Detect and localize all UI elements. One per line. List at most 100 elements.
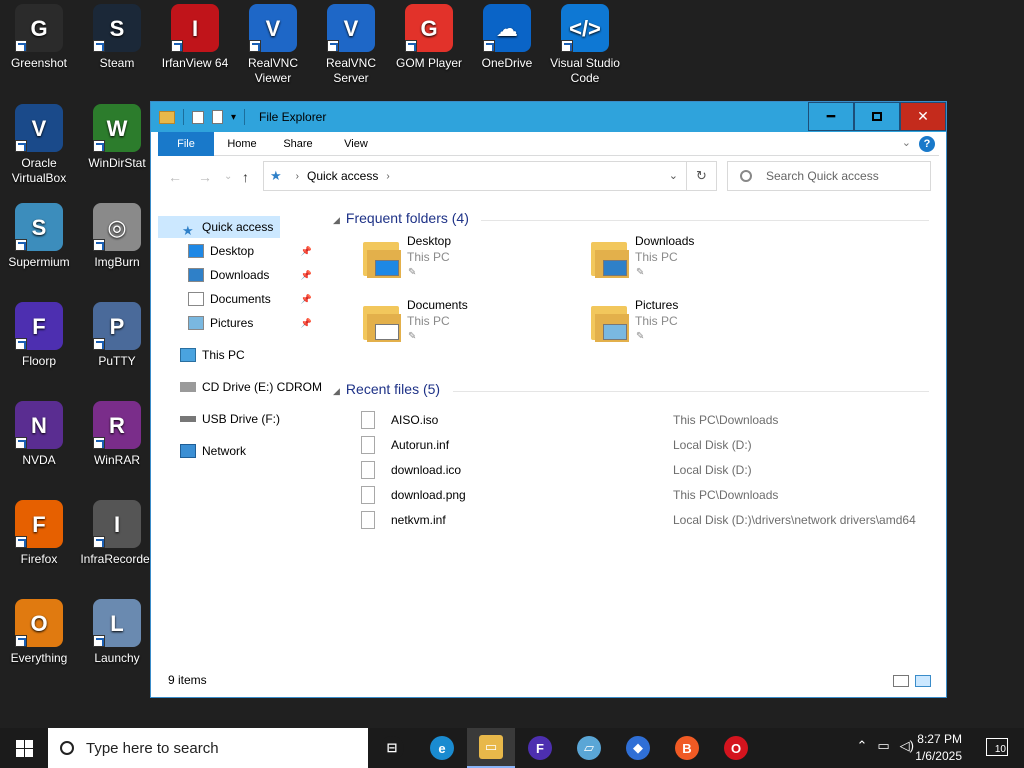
desktop-icon-visual-studio-code[interactable]: </> Visual Studio Code bbox=[546, 4, 624, 86]
file-path: This PC\Downloads bbox=[673, 488, 779, 502]
taskbar-app-notepad[interactable]: ▱ bbox=[565, 728, 613, 768]
nav-item-network[interactable]: Network bbox=[180, 440, 320, 462]
desktop-icon-onedrive[interactable]: ☁ OneDrive bbox=[468, 4, 546, 71]
customize-toolbar-icon[interactable]: ▾ bbox=[231, 112, 236, 123]
documents-folder-icon bbox=[188, 292, 204, 306]
nav-item-pictures[interactable]: Pictures 📌 bbox=[188, 312, 312, 334]
recent-files-header[interactable]: ◢ Recent files (5) bbox=[333, 381, 440, 397]
recent-file-row[interactable]: download.png This PC\Downloads bbox=[361, 483, 921, 507]
breadcrumb-chevron-icon[interactable]: › bbox=[386, 171, 389, 182]
desktop-icon-steam[interactable]: S Steam bbox=[78, 4, 156, 71]
nav-item-documents[interactable]: Documents 📌 bbox=[188, 288, 312, 310]
help-icon[interactable]: ? bbox=[919, 136, 935, 152]
desktop-icon-supermium[interactable]: S Supermium bbox=[0, 203, 78, 270]
taskbar-search-box[interactable]: Type here to search bbox=[48, 728, 368, 768]
nav-item-this-pc[interactable]: This PC bbox=[180, 344, 320, 366]
firefox-icon: F bbox=[15, 500, 63, 548]
desktop-icon-realvnc-server[interactable]: V RealVNC Server bbox=[312, 4, 390, 86]
clock[interactable]: 8:27 PM 1/6/2025 bbox=[904, 731, 962, 765]
nav-label: Quick access bbox=[202, 220, 274, 234]
folder-tile-downloads[interactable]: Downloads This PC ✎ bbox=[589, 234, 809, 292]
network-status-icon[interactable]: ▭ bbox=[877, 738, 889, 754]
new-folder-icon[interactable] bbox=[212, 110, 223, 124]
desktop-icon-winrar[interactable]: R WinRAR bbox=[78, 401, 156, 468]
taskbar-app-file-explorer[interactable]: ▭ bbox=[467, 728, 515, 768]
desktop-icon-gom-player[interactable]: G GOM Player bbox=[390, 4, 468, 71]
desktop-icon-greenshot[interactable]: G Greenshot bbox=[0, 4, 78, 71]
up-arrow-icon[interactable]: ↑ bbox=[242, 169, 249, 185]
status-item-count: 9 items bbox=[168, 673, 207, 687]
folder-tile-pictures[interactable]: Pictures This PC ✎ bbox=[589, 298, 809, 356]
nav-item-cd-drive[interactable]: CD Drive (E:) CDROM bbox=[180, 376, 328, 398]
address-dropdown-icon[interactable]: ⌄ bbox=[669, 169, 678, 182]
title-bar[interactable]: ▾ File Explorer ━ ✕ bbox=[151, 102, 946, 132]
tab-share[interactable]: Share bbox=[276, 132, 320, 156]
desktop-icon-putty[interactable]: P PuTTY bbox=[78, 302, 156, 369]
app-blue-icon: ◆ bbox=[626, 736, 650, 760]
desktop-icon-infrarecorder[interactable]: I InfraRecorder bbox=[78, 500, 156, 567]
start-button[interactable] bbox=[0, 728, 48, 768]
tab-view[interactable]: View bbox=[334, 132, 378, 156]
details-view-icon[interactable] bbox=[893, 675, 909, 687]
taskbar: Type here to search ⊟ e ▭ F ▱ ◆ B O ⌃ ▭ ◁) 8:27… bbox=[0, 728, 1024, 768]
address-bar[interactable]: ★ › Quick access › ⌄ ↻ bbox=[263, 161, 717, 191]
desktop-icon-imgburn[interactable]: ◎ ImgBurn bbox=[78, 203, 156, 270]
taskbar-app-opera[interactable]: O bbox=[712, 728, 760, 768]
search-icon bbox=[60, 741, 74, 755]
taskbar-app-task-view[interactable]: ⊟ bbox=[368, 728, 416, 768]
nav-item-downloads[interactable]: Downloads 📌 bbox=[188, 264, 312, 286]
desktop-icon-realvnc-viewer[interactable]: V RealVNC Viewer bbox=[234, 4, 312, 86]
desktop-icon-launchy[interactable]: L Launchy bbox=[78, 599, 156, 666]
taskbar-app-app-blue[interactable]: ◆ bbox=[614, 728, 662, 768]
desktop-icon-floorp[interactable]: F Floorp bbox=[0, 302, 78, 369]
pin-icon: 📌 bbox=[300, 318, 312, 328]
tab-file[interactable]: File bbox=[158, 132, 214, 156]
desktop-icon-label: RealVNC Server bbox=[325, 56, 376, 85]
search-box[interactable]: Search Quick access bbox=[727, 161, 931, 191]
forward-arrow-icon[interactable]: → bbox=[198, 169, 212, 185]
desktop-icon-oracle-virtualbox[interactable]: V Oracle VirtualBox bbox=[0, 104, 78, 186]
close-button[interactable]: ✕ bbox=[900, 102, 946, 131]
desktop-icon-everything[interactable]: O Everything bbox=[0, 599, 78, 666]
folder-location: This PC bbox=[635, 250, 678, 264]
desktop-icon-label: RealVNC Viewer bbox=[247, 56, 298, 85]
folder-tile-documents[interactable]: Documents This PC ✎ bbox=[361, 298, 581, 356]
breadcrumb-chevron-icon[interactable]: › bbox=[296, 171, 299, 182]
taskbar-app-floorp[interactable]: F bbox=[516, 728, 564, 768]
recent-file-row[interactable]: AISO.iso This PC\Downloads bbox=[361, 408, 921, 432]
nav-item-quick-access[interactable]: ★ Quick access bbox=[158, 216, 280, 238]
taskbar-app-edge[interactable]: e bbox=[418, 728, 466, 768]
nav-item-usb-drive[interactable]: USB Drive (F:) bbox=[180, 408, 320, 430]
properties-icon[interactable] bbox=[192, 110, 204, 124]
taskbar-app-brave[interactable]: B bbox=[663, 728, 711, 768]
recent-file-row[interactable]: netkvm.inf Local Disk (D:)\drivers\networ… bbox=[361, 508, 921, 532]
folder-tile-desktop[interactable]: Desktop This PC ✎ bbox=[361, 234, 581, 292]
desktop-icon-label: Launchy bbox=[94, 651, 140, 665]
recent-file-row[interactable]: Autorun.inf Local Disk (D:) bbox=[361, 433, 921, 457]
show-hidden-icons-icon[interactable]: ⌃ bbox=[856, 738, 867, 754]
expand-ribbon-icon[interactable]: ⌄ bbox=[902, 136, 911, 149]
recent-locations-icon[interactable]: ⌄ bbox=[224, 171, 232, 182]
infrarecorder-icon: I bbox=[93, 500, 141, 548]
desktop-icon-windirstat[interactable]: W WinDirStat bbox=[78, 104, 156, 171]
quick-access-star-icon: ★ bbox=[270, 168, 282, 183]
frequent-folders-header[interactable]: ◢ Frequent folders (4) bbox=[333, 210, 469, 226]
shortcut-arrow-icon bbox=[15, 40, 27, 52]
desktop-icon-label: IrfanView 64 bbox=[161, 56, 229, 70]
clock-date: 1/6/2025 bbox=[915, 749, 962, 763]
desktop-icon-firefox[interactable]: F Firefox bbox=[0, 500, 78, 567]
maximize-button[interactable] bbox=[854, 102, 900, 131]
tab-home[interactable]: Home bbox=[220, 132, 264, 156]
large-icons-view-icon[interactable] bbox=[915, 675, 931, 687]
refresh-icon[interactable]: ↻ bbox=[686, 162, 716, 190]
breadcrumb-quick-access[interactable]: Quick access bbox=[307, 169, 378, 183]
nav-item-desktop[interactable]: Desktop 📌 bbox=[188, 240, 312, 262]
toolbar-separator bbox=[244, 109, 246, 125]
desktop-icon-nvda[interactable]: N NVDA bbox=[0, 401, 78, 468]
notification-center-icon[interactable]: 10 bbox=[986, 738, 1008, 756]
recent-file-row[interactable]: download.ico Local Disk (D:) bbox=[361, 458, 921, 482]
desktop-icon-label: Oracle VirtualBox bbox=[11, 156, 67, 185]
desktop-icon-irfanview-64[interactable]: I IrfanView 64 bbox=[156, 4, 234, 71]
minimize-button[interactable]: ━ bbox=[808, 102, 854, 131]
back-arrow-icon[interactable]: ← bbox=[168, 169, 182, 185]
